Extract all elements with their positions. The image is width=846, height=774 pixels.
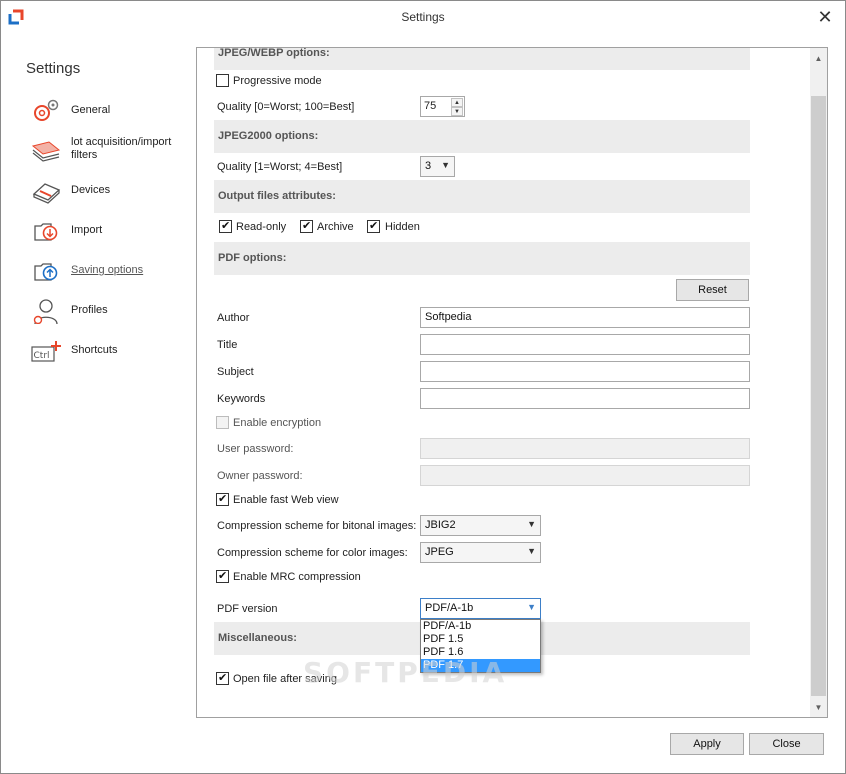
section-pdf: PDF options: — [214, 242, 750, 275]
jpeg-quality-stepper[interactable]: 75 ▲ ▼ — [420, 96, 465, 117]
settings-window: Settings ✕ Settings General lot acquisit… — [0, 0, 846, 774]
jpeg-quality-value: 75 — [424, 100, 437, 112]
owner-password-label: Owner password: — [217, 470, 303, 482]
hidden-checkbox[interactable] — [367, 219, 380, 233]
sidebar: Settings General lot acquisition/import … — [1, 33, 196, 733]
scrollbar-thumb[interactable] — [811, 96, 826, 696]
sidebar-item-label: lot acquisition/import filters — [71, 136, 172, 161]
sidebar-item-label: Shortcuts — [71, 344, 118, 356]
user-password-label: User password: — [217, 443, 294, 455]
bitonal-compression-label: Compression scheme for bitonal images: — [217, 520, 417, 532]
subject-input[interactable] — [420, 361, 750, 382]
bitonal-compression-select[interactable]: JBIG2 ▼ — [420, 515, 541, 536]
keywords-label: Keywords — [217, 393, 266, 405]
chevron-down-icon: ▼ — [527, 519, 536, 529]
stepper-down-icon[interactable]: ▼ — [451, 107, 463, 116]
title-bar: Settings ✕ — [1, 1, 845, 33]
dropdown-option[interactable]: PDF 1.5 — [421, 633, 540, 646]
close-button[interactable]: Close — [749, 733, 824, 755]
sidebar-item-label: Profiles — [71, 304, 108, 316]
color-compression-value: JPEG — [425, 546, 454, 558]
pdf-version-select[interactable]: PDF/A-1b ▼ — [420, 598, 541, 619]
sidebar-title: Settings — [26, 60, 81, 77]
paper-stack-icon — [31, 141, 61, 162]
import-icon — [34, 223, 58, 241]
profile-icon — [33, 299, 58, 324]
softpedia-watermark: SOFTPEDIA — [303, 656, 508, 689]
user-password-field[interactable] — [420, 438, 750, 459]
fast-web-view-label: Enable fast Web view — [233, 494, 339, 506]
read-only-checkbox[interactable] — [219, 219, 232, 233]
stepper-up-icon[interactable]: ▲ — [451, 98, 463, 107]
progressive-mode-label: Progressive mode — [233, 75, 322, 87]
archive-label: Archive — [317, 221, 354, 233]
scanner-icon — [32, 183, 61, 204]
saving-icon — [34, 263, 58, 281]
sidebar-item-label: Saving options — [71, 264, 144, 276]
section-header: Output files attributes: — [218, 190, 336, 202]
reset-button[interactable]: Reset — [676, 279, 749, 301]
sidebar-item-label: Devices — [71, 184, 111, 196]
keywords-input[interactable] — [420, 388, 750, 409]
sidebar-item-label: Import — [71, 224, 103, 236]
section-header: JPEG/WEBP options: — [218, 47, 330, 59]
sidebar-item-general[interactable]: General — [29, 96, 189, 126]
scroll-down-icon[interactable]: ▼ — [810, 699, 827, 716]
sidebar-item-profiles[interactable]: Profiles — [29, 296, 189, 326]
jpeg2000-quality-select[interactable]: 3 ▼ — [420, 156, 455, 177]
chevron-down-icon: ▼ — [527, 546, 536, 556]
sidebar-item-import[interactable]: Import — [29, 216, 189, 246]
title-input[interactable] — [420, 334, 750, 355]
section-header: JPEG2000 options: — [218, 130, 319, 142]
color-compression-label: Compression scheme for color images: — [217, 547, 408, 559]
mrc-compression-checkbox[interactable] — [216, 569, 229, 583]
pdf-version-label: PDF version — [217, 603, 278, 615]
fast-web-view-checkbox[interactable] — [216, 492, 229, 506]
sidebar-item-devices[interactable]: Devices — [29, 176, 189, 206]
close-icon[interactable]: ✕ — [815, 7, 835, 27]
sidebar-item-saving-options[interactable]: Saving options — [29, 256, 189, 286]
gears-icon — [34, 99, 59, 121]
svg-text:Ctrl: Ctrl — [34, 351, 50, 361]
window-title: Settings — [401, 10, 445, 24]
pdf-version-value: PDF/A-1b — [425, 602, 474, 614]
subject-label: Subject — [217, 366, 254, 378]
section-jpeg-webp: JPEG/WEBP options: — [214, 47, 750, 70]
mrc-compression-label: Enable MRC compression — [233, 571, 361, 583]
scroll-up-icon[interactable]: ▲ — [810, 50, 827, 67]
chevron-down-icon: ▼ — [527, 602, 536, 612]
sidebar-item-label: General — [71, 104, 111, 116]
enable-encryption-checkbox[interactable] — [216, 416, 229, 429]
jpeg2000-quality-label: Quality [1=Worst; 4=Best] — [217, 161, 343, 173]
section-header: Miscellaneous: — [218, 632, 297, 644]
title-label: Title — [217, 339, 238, 351]
enable-encryption-label: Enable encryption — [233, 417, 322, 429]
section-jpeg2000: JPEG2000 options: — [214, 120, 750, 153]
sidebar-item-import-filters[interactable]: lot acquisition/import filters — [29, 136, 189, 166]
archive-checkbox[interactable] — [300, 219, 313, 233]
read-only-label: Read-only — [236, 221, 287, 233]
sidebar-item-shortcuts[interactable]: Ctrl Shortcuts — [29, 336, 189, 366]
progressive-mode-checkbox[interactable] — [216, 74, 229, 87]
chevron-down-icon: ▼ — [441, 160, 450, 170]
dropdown-option[interactable]: PDF/A-1b — [421, 620, 540, 633]
vertical-scrollbar[interactable]: ▲ ▼ — [810, 48, 827, 717]
section-output-attributes: Output files attributes: — [214, 180, 750, 213]
apply-button[interactable]: Apply — [670, 733, 744, 755]
color-compression-select[interactable]: JPEG ▼ — [420, 542, 541, 563]
author-input[interactable]: Softpedia — [420, 307, 750, 328]
jpeg2000-quality-value: 3 — [425, 160, 432, 172]
ctrl-key-icon: Ctrl — [31, 341, 61, 362]
section-header: PDF options: — [218, 252, 287, 264]
open-after-saving-checkbox[interactable] — [216, 671, 229, 685]
hidden-label: Hidden — [385, 221, 420, 233]
bitonal-compression-value: JBIG2 — [425, 519, 456, 531]
author-label: Author — [217, 312, 250, 324]
jpeg-quality-label: Quality [0=Worst; 100=Best] — [217, 101, 355, 113]
owner-password-field[interactable] — [420, 465, 750, 486]
